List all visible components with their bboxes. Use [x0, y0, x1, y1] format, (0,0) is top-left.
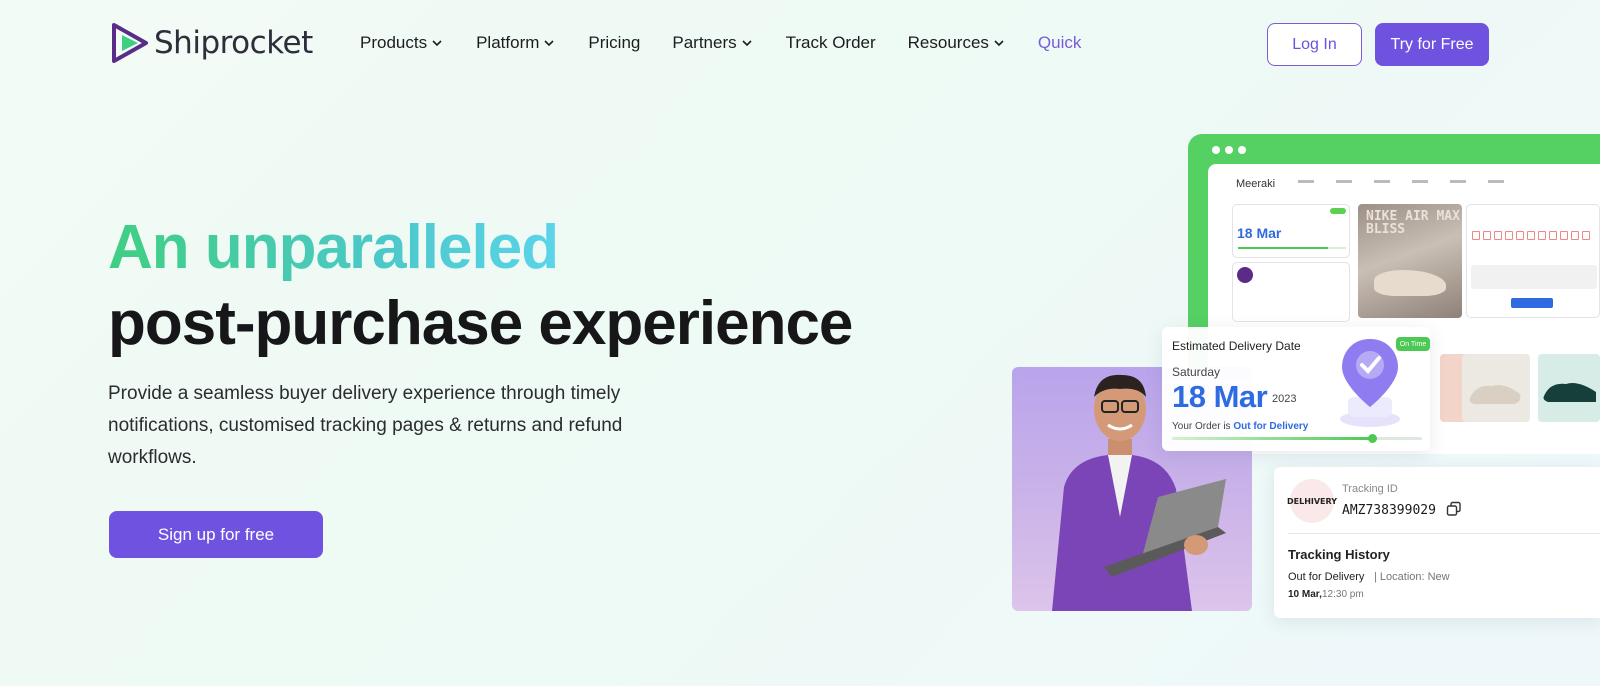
delivery-day: Saturday — [1172, 365, 1221, 379]
store-name: Meeraki — [1236, 178, 1276, 190]
shoe-icon — [1374, 270, 1446, 296]
tracking-id-label: Tracking ID — [1342, 483, 1398, 495]
nav-item-label: Track Order — [785, 33, 876, 52]
product-row — [1438, 354, 1600, 450]
courier-logo-icon — [1237, 267, 1253, 283]
tracking-card: DELHIVERY Tracking ID AMZ738399029 Track… — [1274, 467, 1600, 618]
nav-item-partners[interactable]: Partners — [672, 33, 753, 53]
nav-item-products[interactable]: Products — [360, 33, 444, 53]
mini-delivery-card: 18 Mar — [1232, 204, 1350, 258]
copy-icon[interactable] — [1446, 501, 1462, 517]
delivery-date: 18 Mar — [1172, 379, 1268, 414]
delivery-card-title: Estimated Delivery Date — [1172, 339, 1301, 353]
tracking-history-title: Tracking History — [1288, 547, 1390, 562]
estimated-delivery-card: Estimated Delivery Date On Time Saturday… — [1162, 327, 1430, 451]
order-status-line: Your Order is Out for Delivery — [1172, 421, 1308, 432]
chevron-down-icon — [742, 40, 752, 47]
nav-menu: Products Platform Pricing Partners Track… — [360, 33, 1113, 53]
hero-headline: post-purchase experience — [108, 289, 853, 358]
nav-item-label: Products — [360, 33, 428, 52]
tracking-id-value: AMZ738399029 — [1342, 503, 1436, 518]
nav-item-label: Quick — [1037, 33, 1082, 52]
logo[interactable]: Shiprocket — [108, 21, 313, 65]
delivery-year: 2023 — [1272, 393, 1297, 405]
tracking-time: 12:30 pm — [1322, 589, 1364, 600]
delivery-progress-knob — [1368, 434, 1377, 443]
nav-item-label: Pricing — [588, 33, 641, 52]
order-status-prefix: Your Order is — [1172, 421, 1234, 432]
rating-scale — [1472, 231, 1590, 240]
tracking-status: Out for Delivery — [1288, 571, 1365, 583]
chevron-down-icon — [432, 40, 442, 47]
nav-item-platform[interactable]: Platform — [476, 33, 556, 53]
login-button[interactable]: Log In — [1267, 23, 1362, 66]
divider — [1288, 533, 1600, 534]
nav-item-pricing[interactable]: Pricing — [588, 33, 640, 53]
product-tile — [1538, 354, 1600, 422]
mini-nav — [1298, 180, 1504, 183]
mini-tracking-card — [1232, 262, 1350, 322]
nav-item-track-order[interactable]: Track Order — [786, 33, 876, 53]
mini-badge — [1330, 208, 1346, 214]
order-status-value: Out for Delivery — [1233, 421, 1309, 432]
nav-item-quick[interactable]: Quick — [1038, 33, 1081, 53]
location-pin-check-icon — [1340, 339, 1400, 427]
nav-item-label: Platform — [476, 33, 540, 52]
product-tile — [1462, 354, 1530, 422]
tracking-date: 10 Mar, — [1288, 589, 1322, 600]
try-for-free-button[interactable]: Try for Free — [1375, 23, 1489, 66]
mini-submit-button — [1511, 298, 1553, 308]
mini-textarea — [1471, 265, 1597, 289]
sign-up-button[interactable]: Sign up for free — [109, 511, 323, 558]
mini-date: 18 Mar — [1237, 225, 1282, 241]
chevron-down-icon — [544, 40, 554, 47]
top-navigation: Shiprocket Products Platform Pricing Par… — [0, 0, 1600, 90]
logo-text: Shiprocket — [154, 25, 313, 61]
hero-subtext: Provide a seamless buyer delivery experi… — [108, 383, 623, 468]
hero-headline-gradient: An unparalleled — [108, 213, 559, 282]
window-dots-icon — [1212, 146, 1246, 154]
shoe-print-text: NIKE AIR MAX BLISS — [1366, 209, 1460, 237]
sneaker-icon — [1469, 385, 1521, 404]
courier-logo: DELHIVERY — [1287, 479, 1337, 523]
tracking-location: | Location: New — [1374, 571, 1450, 583]
nav-item-resources[interactable]: Resources — [908, 33, 1006, 53]
chevron-down-icon — [994, 40, 1004, 47]
nav-item-label: Resources — [907, 33, 989, 52]
logo-play-icon — [112, 23, 148, 63]
mini-survey-card — [1466, 204, 1600, 318]
delivery-progress-fill — [1172, 437, 1372, 440]
product-image: NIKE AIR MAX BLISS — [1358, 204, 1462, 318]
sneaker-icon — [1543, 383, 1596, 402]
nav-item-label: Partners — [672, 33, 737, 52]
